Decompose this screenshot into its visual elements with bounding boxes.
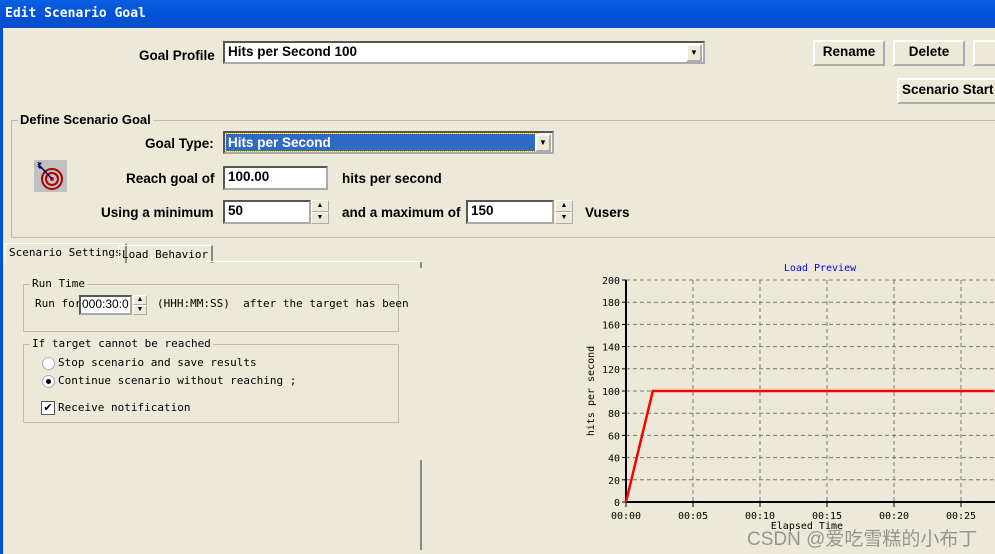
y-tick-label: 200 [602, 276, 620, 287]
goal-profile-value: Hits per Second 100 [228, 44, 358, 59]
radio-stop-label: Stop scenario and save results [58, 356, 257, 369]
run-time-legend: Run Time [30, 277, 87, 290]
vusers-label: Vusers [585, 205, 630, 220]
chevron-down-icon[interactable]: ▼ [535, 134, 551, 152]
arrow-up-icon[interactable]: ▲ [555, 200, 573, 212]
max-vusers-input[interactable]: 150 [466, 200, 554, 224]
rename-button[interactable]: Rename [813, 40, 885, 66]
extra-button[interactable] [973, 40, 995, 66]
run-for-input[interactable]: 000:30:0 [79, 295, 132, 315]
goal-profile-label: Goal Profile [139, 48, 215, 63]
y-tick-label: 120 [602, 365, 620, 376]
window-border [0, 28, 3, 554]
radio-continue-scenario[interactable] [42, 375, 55, 388]
run-for-hint: (HHH:MM:SS) after the target has been [157, 297, 409, 310]
y-tick-label: 140 [602, 343, 620, 354]
goal-profile-select[interactable]: Hits per Second 100 ▼ [223, 41, 705, 64]
max-vusers-stepper[interactable]: ▲ ▼ [555, 200, 573, 224]
watermark: CSDN @爱吃雪糕的小布丁 [747, 529, 978, 550]
arrow-down-icon[interactable]: ▼ [311, 212, 329, 224]
chevron-down-icon[interactable]: ▼ [686, 44, 702, 62]
max-vusers-label: and a maximum of [342, 205, 461, 220]
y-tick-label: 0 [614, 498, 620, 509]
y-tick-label: 60 [608, 431, 620, 442]
goal-type-value: Hits per Second [225, 133, 539, 152]
scenario-start-button[interactable]: Scenario Start [897, 78, 995, 104]
x-tick-label: 00:20 [879, 511, 909, 522]
goal-type-select[interactable]: Hits per Second ▼ [223, 131, 554, 154]
min-vusers-input[interactable]: 50 [223, 200, 311, 224]
run-for-stepper[interactable]: ▲ ▼ [133, 295, 147, 315]
y-axis-label: hits per second [586, 346, 597, 436]
y-tick-label: 100 [602, 387, 620, 398]
tab-panel-edge [420, 262, 422, 268]
chart-title: Load Preview [784, 263, 857, 274]
title-bar: Edit Scenario Goal [0, 0, 995, 28]
arrow-down-icon[interactable]: ▼ [555, 212, 573, 224]
x-tick-label: 00:00 [611, 511, 641, 522]
target-icon [34, 160, 67, 192]
tab-scenario-settings[interactable]: Scenario Settings [5, 243, 127, 263]
x-tick-label: 00:25 [946, 511, 976, 522]
delete-button[interactable]: Delete [893, 40, 965, 66]
y-tick-label: 180 [602, 298, 620, 309]
radio-stop-scenario[interactable] [42, 357, 55, 370]
tab-load-behavior[interactable]: Load Behavior [118, 245, 214, 263]
receive-notification-checkbox[interactable]: ✔ [41, 401, 55, 415]
x-tick-label: 00:05 [678, 511, 708, 522]
receive-notification-label: Receive notification [58, 401, 191, 414]
tab-strip-line [206, 261, 421, 262]
min-vusers-label: Using a minimum [101, 205, 214, 220]
y-tick-label: 40 [608, 454, 620, 465]
min-vusers-stepper[interactable]: ▲ ▼ [311, 200, 329, 224]
radio-continue-label: Continue scenario without reaching ; [58, 374, 297, 387]
y-tick-label: 160 [602, 320, 620, 331]
define-goal-legend: Define Scenario Goal [18, 112, 153, 127]
reach-goal-input[interactable]: 100.00 [223, 166, 328, 190]
arrow-up-icon[interactable]: ▲ [311, 200, 329, 212]
load-preview-chart: Load Preview 0 20 40 60 80 100 120 140 160 180 200 0… [586, 263, 995, 532]
y-tick-label: 20 [608, 476, 620, 487]
y-tick-label: 80 [608, 409, 620, 420]
reach-goal-unit: hits per second [342, 171, 442, 186]
arrow-down-icon[interactable]: ▼ [133, 305, 147, 315]
reach-goal-label: Reach goal of [126, 171, 215, 186]
unreached-legend: If target cannot be reached [30, 337, 213, 350]
tab-panel-edge [420, 460, 422, 550]
series-line [624, 389, 995, 503]
arrow-up-icon[interactable]: ▲ [133, 295, 147, 305]
run-for-label: Run for [35, 297, 82, 310]
goal-type-label: Goal Type: [145, 136, 214, 151]
